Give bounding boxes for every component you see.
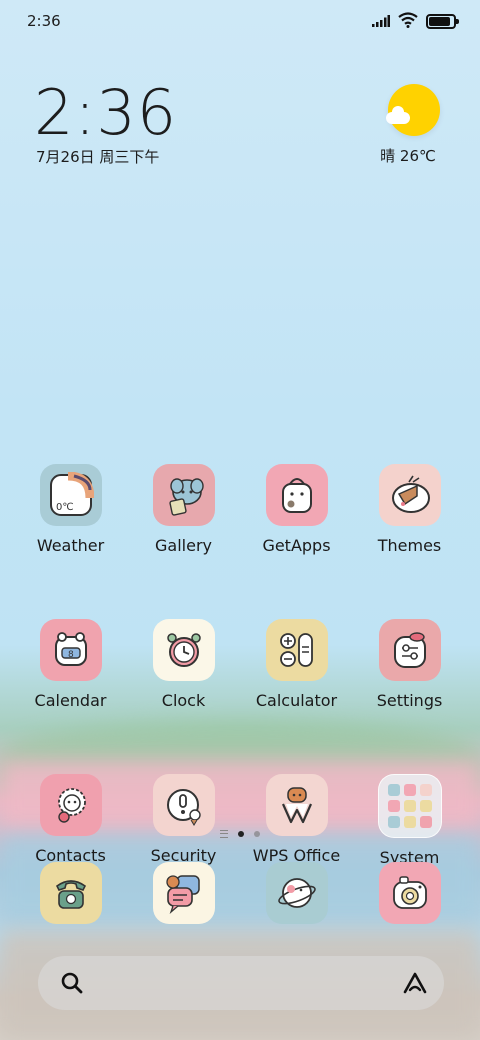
app-settings[interactable]: Settings [353,619,466,710]
getapps-icon [265,464,328,526]
app-label: GetApps [262,536,331,555]
page-dot [254,831,260,837]
svg-text:8: 8 [68,650,74,660]
assistant-icon[interactable] [402,970,428,996]
clock-widget-date[interactable]: 7月26日 周三下午 [36,146,159,167]
dock-browser[interactable] [240,862,353,924]
clock-icon [152,619,215,681]
battery-icon [426,14,459,29]
calendar-icon: 8 [39,619,102,681]
weather-icon: 0℃ [39,464,102,526]
app-label: Gallery [155,536,212,555]
app-gallery[interactable]: Gallery [127,464,240,555]
themes-icon [378,464,441,526]
weather-widget[interactable]: 晴 26℃ [380,84,444,166]
security-icon [152,774,215,836]
app-label: Themes [377,536,442,555]
phone-icon [39,862,102,924]
contacts-icon [39,774,102,836]
app-label: Calendar [34,691,107,710]
feed-page-icon [220,830,228,838]
status-bar: 2:36 [0,0,480,40]
dock [14,862,466,924]
browser-icon [265,862,328,924]
app-label: Calculator [255,691,338,710]
weather-condition-temp: 晴 26℃ [380,147,436,165]
camera-icon [378,862,441,924]
dock-messaging[interactable] [127,862,240,924]
clock-widget-time[interactable]: 2:36 [34,76,177,149]
app-weather[interactable]: 0℃ Weather [14,464,127,555]
app-row: Contacts Security WPS Office System [14,774,466,867]
app-getapps[interactable]: GetApps [240,464,353,555]
app-calendar[interactable]: 8 Calendar [14,619,127,710]
wps-office-icon [265,774,328,836]
page-indicator[interactable] [0,830,480,838]
app-grid: 0℃ Weather Gallery GetApps Themes 8 Cale… [14,464,466,931]
app-row: 8 Calendar Clock Calculator Settings [14,619,466,710]
dock-camera[interactable] [353,862,466,924]
gallery-icon [152,464,215,526]
calculator-icon [265,619,328,681]
app-contacts[interactable]: Contacts [14,774,127,867]
app-security[interactable]: Security [127,774,240,867]
wifi-icon [398,12,418,28]
settings-icon [378,619,441,681]
svg-text:0℃: 0℃ [56,502,74,513]
sun-with-cloud-icon [386,84,440,136]
signal-icon [372,15,390,27]
app-themes[interactable]: Themes [353,464,466,555]
app-row: 0℃ Weather Gallery GetApps Themes [14,464,466,555]
messaging-icon [152,862,215,924]
app-label: Clock [161,691,206,710]
app-label: Settings [376,691,443,710]
home-search-bar[interactable] [38,956,444,1010]
app-wps-office[interactable]: WPS Office [240,774,353,867]
app-label: Weather [36,536,105,555]
system-folder-icon [377,774,442,838]
page-dot-active [238,831,244,837]
battery-level [429,17,450,26]
dock-phone[interactable] [14,862,127,924]
app-folder-system[interactable]: System [353,774,466,867]
app-clock[interactable]: Clock [127,619,240,710]
search-icon [61,972,83,994]
app-calculator[interactable]: Calculator [240,619,353,710]
status-time: 2:36 [27,12,61,30]
